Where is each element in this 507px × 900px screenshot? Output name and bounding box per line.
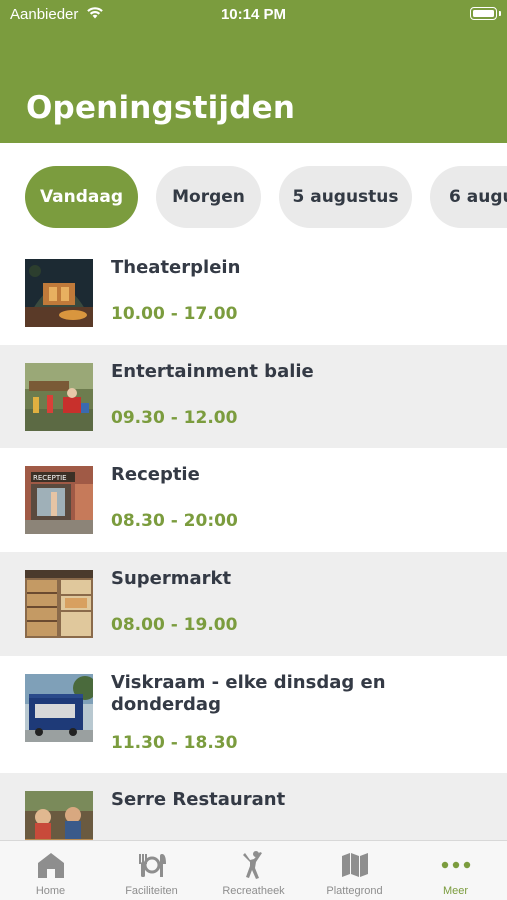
location-thumbnail (25, 363, 93, 431)
page-header: Openingstijden (0, 30, 507, 143)
location-thumbnail (25, 791, 93, 840)
tab-5-augustus[interactable]: 5 augustus (279, 166, 412, 228)
status-time: 10:14 PM (220, 6, 287, 23)
tab-label: Plattegrond (326, 885, 383, 897)
location-hours: 09.30 - 12.00 (111, 408, 238, 428)
list-item-supermarkt[interactable]: Supermarkt 08.00 - 19.00 (0, 552, 507, 656)
more-dots-icon (441, 861, 470, 869)
tab-recreatheek[interactable]: Recreatheek (203, 841, 304, 900)
cutlery-icon (138, 854, 166, 877)
tab-label: Meer (442, 885, 469, 897)
location-hours: 08.30 - 20:00 (111, 511, 238, 531)
tab-meer[interactable]: Meer (405, 841, 506, 900)
location-hours: 10.00 - 17.00 (111, 304, 238, 324)
page-title: Openingstijden (26, 90, 296, 126)
location-hours: 08.00 - 19.00 (111, 615, 238, 635)
list-item-serre-restaurant[interactable]: Serre Restaurant (0, 773, 507, 840)
map-icon (341, 853, 368, 877)
location-thumbnail (25, 259, 93, 327)
tab-morgen[interactable]: Morgen (156, 166, 261, 228)
location-thumbnail (25, 570, 93, 638)
tab-label: Vandaag (39, 187, 124, 207)
list-item-entertainment-balie[interactable]: Entertainment balie 09.30 - 12.00 (0, 345, 507, 448)
tab-vandaag[interactable]: Vandaag (25, 166, 138, 228)
list-item-theaterplein[interactable]: Theaterplein 10.00 - 17.00 (0, 241, 507, 345)
tab-plattegrond[interactable]: Plattegrond (304, 841, 405, 900)
list-item-receptie[interactable]: RECEPTIE Receptie 08.30 - 20:00 (0, 448, 507, 552)
battery-icon (470, 7, 501, 20)
tab-label: Morgen (172, 187, 245, 207)
location-name: Viskraam - elke dinsdag en donderdag (111, 672, 386, 715)
tab-home[interactable]: Home (0, 841, 101, 900)
location-thumbnail (25, 674, 93, 742)
tab-6-augustus[interactable]: 6 augustus (430, 166, 507, 228)
list-item-viskraam[interactable]: Viskraam - elke dinsdag en donderdag 11.… (0, 656, 507, 773)
tab-label: Faciliteiten (125, 885, 178, 897)
tab-label: 6 augustus (449, 187, 507, 207)
location-hours: 11.30 - 18.30 (111, 733, 238, 753)
home-icon (37, 853, 64, 878)
tab-label: 5 augustus (292, 187, 399, 207)
location-thumbnail: RECEPTIE (25, 466, 93, 534)
location-name: Supermarkt (111, 568, 232, 589)
svg-text:RECEPTIE: RECEPTIE (33, 474, 67, 482)
location-name: Receptie (111, 464, 200, 485)
location-name: Entertainment balie (111, 361, 314, 382)
opening-hours-list: Theaterplein 10.00 - 17.00 Entertainment… (0, 241, 507, 840)
recreation-person-icon (242, 851, 262, 879)
status-bar: Aanbieder 10:14 PM (0, 0, 507, 30)
tab-label: Recreatheek (222, 885, 285, 897)
tab-faciliteiten[interactable]: Faciliteiten (101, 841, 202, 900)
location-name: Serre Restaurant (111, 789, 286, 810)
bottom-tab-bar: Home Faciliteiten Recreatheek Plattegron… (0, 840, 507, 900)
tab-label: Home (35, 885, 66, 897)
location-name: Theaterplein (111, 257, 241, 278)
